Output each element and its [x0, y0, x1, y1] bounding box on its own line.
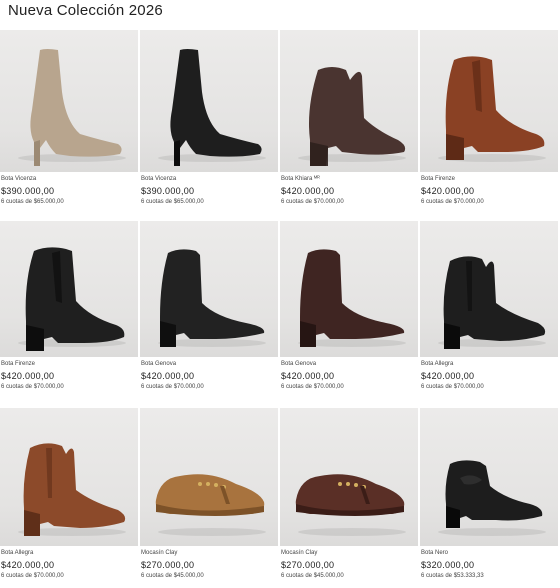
product-name[interactable]: Bota Genova [140, 360, 278, 368]
product-price: $270.000,00 [141, 560, 195, 570]
black-leather-pointed-boot-icon [158, 249, 266, 347]
black-leather-western-boot-icon [438, 256, 546, 349]
product-installments: 6 cuotas de $70.000,00 [421, 199, 484, 205]
tan-suede-moccasin-icon [155, 474, 266, 536]
product-image[interactable] [420, 408, 558, 546]
product-card-10[interactable]: Mocasín Clay $270.000,00 6 cuotas de $45… [140, 406, 278, 586]
product-name[interactable]: Bota Vicenza [0, 175, 138, 183]
product-card-12[interactable]: Bota Nero $320.000,00 6 cuotas de $53.33… [420, 406, 558, 586]
product-card-4[interactable]: Bota Firenze $420.000,00 6 cuotas de $70… [420, 30, 558, 218]
product-installments: 6 cuotas de $53.333,33 [421, 573, 484, 579]
product-price: $320.000,00 [421, 560, 475, 570]
product-price: $420.000,00 [421, 371, 475, 381]
product-price: $420.000,00 [1, 560, 55, 570]
black-suede-kitten-heel-boot-icon [158, 49, 266, 166]
black-leather-ankle-bootie-icon [438, 460, 546, 536]
product-name[interactable]: Mocasín Clay [140, 549, 278, 557]
product-name[interactable]: Bota Allegra [420, 360, 558, 368]
product-name[interactable]: Mocasín Clay [280, 549, 418, 557]
product-image[interactable] [280, 221, 418, 357]
product-price: $420.000,00 [141, 371, 195, 381]
product-installments: 6 cuotas de $45.000,00 [141, 573, 204, 579]
product-price: $420.000,00 [421, 186, 475, 196]
product-card-7[interactable]: Bota Genova $420.000,00 6 cuotas de $70.… [280, 218, 418, 406]
product-grid: Bota Vicenza $390.000,00 6 cuotas de $65… [0, 30, 560, 586]
product-installments: 6 cuotas de $70.000,00 [421, 384, 484, 390]
product-name[interactable]: Bota Allegra [0, 549, 138, 557]
product-image[interactable] [0, 30, 138, 172]
product-name[interactable]: Bota Firenze [420, 175, 558, 183]
product-name[interactable]: Bota Vicenza [140, 175, 278, 183]
product-card-6[interactable]: Bota Genova $420.000,00 6 cuotas de $70.… [140, 218, 278, 406]
product-name[interactable]: Bota Nero [420, 549, 558, 557]
product-image[interactable] [140, 30, 278, 172]
product-price: $420.000,00 [1, 371, 55, 381]
product-price: $420.000,00 [281, 186, 335, 196]
brown-leather-pointed-boot-icon [298, 249, 406, 347]
product-image[interactable] [420, 221, 558, 357]
product-installments: 6 cuotas de $70.000,00 [281, 384, 344, 390]
product-card-3[interactable]: Bota Khiara ᴹᴿ $420.000,00 6 cuotas de $… [280, 30, 418, 218]
brown-leather-block-heel-boot-icon [298, 67, 406, 166]
product-name[interactable]: Bota Genova [280, 360, 418, 368]
product-image[interactable] [140, 408, 278, 546]
product-card-9[interactable]: Bota Allegra $420.000,00 6 cuotas de $70… [0, 406, 138, 586]
cognac-leather-chelsea-boot-icon [438, 56, 546, 162]
product-card-11[interactable]: Mocasín Clay $270.000,00 6 cuotas de $45… [280, 406, 418, 586]
product-image[interactable] [0, 221, 138, 357]
product-image[interactable] [0, 408, 138, 546]
tan-suede-kitten-heel-boot-icon [18, 49, 126, 166]
page-title: Nueva Colección 2026 [8, 2, 163, 19]
brown-suede-moccasin-icon [295, 474, 406, 536]
product-card-1[interactable]: Bota Vicenza $390.000,00 6 cuotas de $65… [0, 30, 138, 218]
product-installments: 6 cuotas de $70.000,00 [1, 384, 64, 390]
product-name[interactable]: Bota Firenze [0, 360, 138, 368]
product-image[interactable] [280, 30, 418, 172]
black-leather-chelsea-boot-icon [18, 247, 126, 351]
product-installments: 6 cuotas de $70.000,00 [281, 199, 344, 205]
product-installments: 6 cuotas de $65.000,00 [1, 199, 64, 205]
product-installments: 6 cuotas de $65.000,00 [141, 199, 204, 205]
product-installments: 6 cuotas de $70.000,00 [141, 384, 204, 390]
product-image[interactable] [140, 221, 278, 357]
product-installments: 6 cuotas de $45.000,00 [281, 573, 344, 579]
product-card-2[interactable]: Bota Vicenza $390.000,00 6 cuotas de $65… [140, 30, 278, 218]
cognac-leather-western-boot-icon [18, 443, 126, 536]
product-card-8[interactable]: Bota Allegra $420.000,00 6 cuotas de $70… [420, 218, 558, 406]
product-price: $420.000,00 [281, 371, 335, 381]
product-card-5[interactable]: Bota Firenze $420.000,00 6 cuotas de $70… [0, 218, 138, 406]
product-price: $390.000,00 [141, 186, 195, 196]
product-image[interactable] [420, 30, 558, 172]
product-price: $270.000,00 [281, 560, 335, 570]
product-price: $390.000,00 [1, 186, 55, 196]
product-installments: 6 cuotas de $70.000,00 [1, 573, 64, 579]
product-image[interactable] [280, 408, 418, 546]
product-name[interactable]: Bota Khiara ᴹᴿ [280, 175, 418, 183]
